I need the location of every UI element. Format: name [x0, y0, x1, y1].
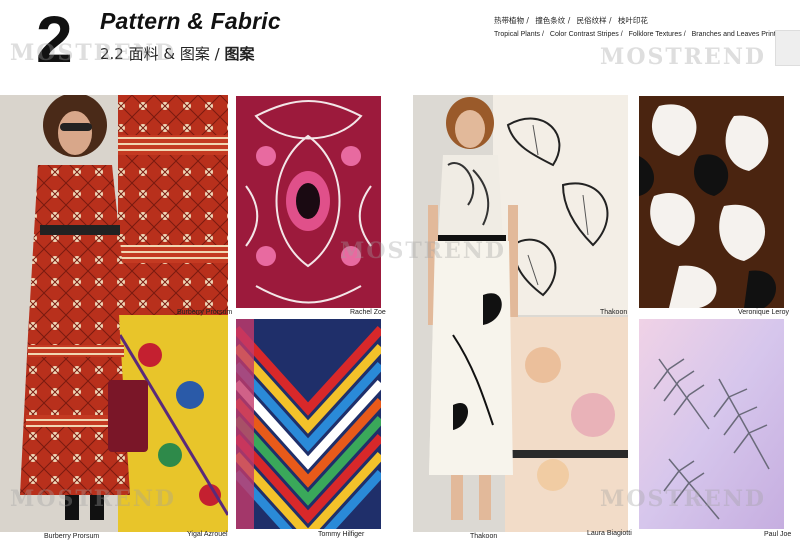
page-subtitle: 2.2 面料 & 图案 / 图案: [100, 43, 254, 64]
caption-laura-biagiotti: Laura Biagiotti: [587, 530, 632, 537]
page-edge-tab[interactable]: [775, 30, 800, 66]
category-nav-en: Tropical Plants / Color Contrast Stripes…: [494, 31, 783, 38]
page-title: Pattern & Fabric: [100, 8, 281, 34]
category-nav-cn: 热带植物 / 撞色条纹 / 民俗纹样 / 枝叶印花: [494, 15, 652, 26]
caption-rachel-zoe: Rachel Zoe: [350, 309, 386, 316]
nav-cn-4[interactable]: 枝叶印花: [618, 16, 648, 25]
nav-en-4[interactable]: Branches and Leaves Prints: [692, 31, 780, 38]
nav-cn-3[interactable]: 民俗纹样 /: [577, 16, 612, 25]
caption-thakoon-top: Thakoon: [600, 309, 628, 316]
nav-en-3[interactable]: Folklore Textures /: [629, 31, 686, 38]
caption-thakoon-bottom: Thakoon: [470, 533, 498, 540]
caption-veronique-leroy: Veronique Leroy: [738, 309, 789, 316]
nav-en-1[interactable]: Tropical Plants /: [494, 31, 544, 38]
photo-tommy-hilfiger: [236, 319, 381, 529]
caption-tommy-hilfiger: Tommy Hilfiger: [318, 531, 365, 538]
caption-yigal-azrouel: Yigal Azrouel: [187, 531, 228, 538]
caption-burberry-top: Burberry Prorsum: [177, 309, 233, 316]
watermark: MOSTREND: [600, 44, 767, 70]
subtitle-current: 图案: [224, 45, 255, 63]
photo-thakoon-runway: [413, 95, 628, 532]
subtitle-prefix: 2.2 面料 & 图案 /: [100, 45, 225, 63]
photo-paul-joe: [639, 319, 784, 529]
nav-cn-1[interactable]: 热带植物 /: [494, 16, 529, 25]
photo-rachel-zoe: [236, 96, 381, 308]
photo-veronique-leroy: [639, 96, 784, 308]
caption-paul-joe: Paul Joe: [764, 531, 792, 538]
section-number: 2: [36, 2, 73, 76]
caption-burberry-bottom: Burberry Prorsum: [44, 533, 100, 540]
nav-en-2[interactable]: Color Contrast Stripes /: [550, 31, 623, 38]
nav-cn-2[interactable]: 撞色条纹 /: [535, 16, 570, 25]
